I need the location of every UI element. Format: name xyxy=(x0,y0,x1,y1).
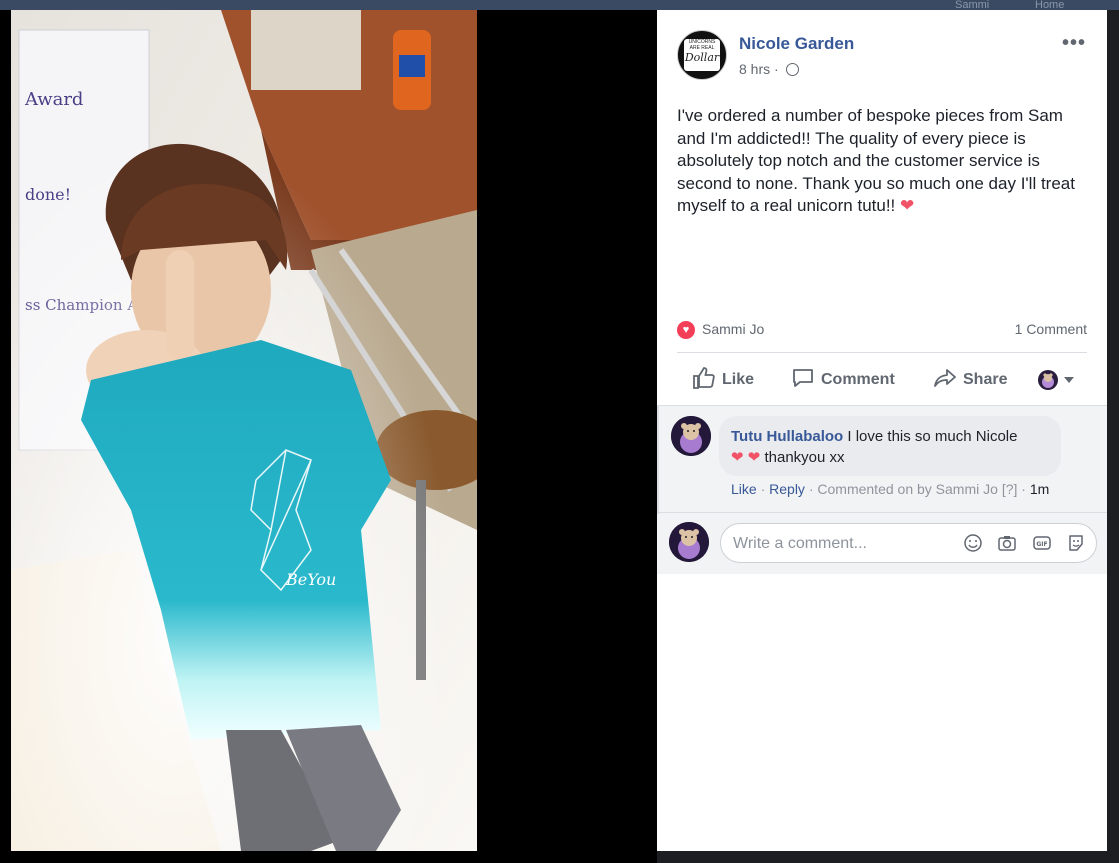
commenter-avatar[interactable] xyxy=(671,416,711,456)
post-detail-panel: UNICORNS ARE REAL Dollar Nicole Garden 8… xyxy=(657,10,1107,851)
svg-text:GIF: GIF xyxy=(1036,541,1047,548)
commented-on-note: Commented on by Sammi Jo xyxy=(817,481,998,497)
comments-section: Tutu Hullabaloo I love this so much Nico… xyxy=(657,405,1107,574)
nav-home-link[interactable]: Home xyxy=(1035,0,1064,10)
svg-text:BeYou: BeYou xyxy=(285,570,336,589)
like-button[interactable]: Like xyxy=(692,366,755,393)
post-actions: Like Comment Share xyxy=(677,363,1087,397)
share-button[interactable]: Share xyxy=(933,367,1007,393)
comment-sep: · xyxy=(760,481,766,497)
comment-icon xyxy=(793,368,813,387)
photo-illustration: Award done! ss Champion A BeYou xyxy=(11,10,477,851)
avatar-sign-script: Dollar xyxy=(684,51,720,64)
caret-down-icon xyxy=(1064,377,1074,383)
reactions-bar: ♥ Sammi Jo 1 Comment xyxy=(677,319,1087,341)
comment-bubble: Tutu Hullabaloo I love this so much Nico… xyxy=(719,416,1061,476)
gif-icon[interactable]: GIF xyxy=(1032,533,1052,553)
composer-avatar xyxy=(669,522,709,562)
comment-count-link[interactable]: 1 Comment xyxy=(1015,321,1087,337)
sticker-icon[interactable] xyxy=(1066,533,1086,553)
comment-sep: · xyxy=(1021,481,1026,497)
heart-emoji-icon: ❤ ❤ xyxy=(731,449,761,466)
comment-input[interactable] xyxy=(731,532,965,556)
top-navigation-bar: Sammi Home xyxy=(0,0,1119,10)
teddy-avatar-icon xyxy=(1042,373,1054,388)
window-edge xyxy=(1107,10,1119,863)
photo-stage: Award done! ss Champion A BeYou xyxy=(0,10,657,863)
comment-thread-bar xyxy=(657,406,659,514)
comment-label: Comment xyxy=(821,371,895,388)
globe-icon[interactable] xyxy=(785,63,799,76)
author-avatar[interactable]: UNICORNS ARE REAL Dollar xyxy=(677,30,727,80)
comment-sep: · xyxy=(808,481,814,497)
nav-profile-link[interactable]: Sammi xyxy=(955,0,989,10)
comment-text-line2: thankyou xx xyxy=(764,449,845,466)
commenter-name[interactable]: Tutu Hullabaloo xyxy=(731,428,843,445)
like-label: Like xyxy=(722,371,755,388)
comment-reply-link[interactable]: Reply xyxy=(769,481,805,497)
comment-composer: GIF xyxy=(720,523,1097,563)
love-icon[interactable]: ♥ xyxy=(677,321,695,339)
comment-text-line1: I love this so much Nicole xyxy=(847,428,1018,445)
share-label: Share xyxy=(963,371,1008,388)
composer-icons: GIF xyxy=(953,533,1086,555)
reaction-names[interactable]: Sammi Jo xyxy=(702,321,764,337)
comment-time[interactable]: 1m xyxy=(1030,481,1049,497)
comment-like-link[interactable]: Like xyxy=(731,481,757,497)
post-text: I've ordered a number of bespoke pieces … xyxy=(677,105,1087,218)
post-photo[interactable]: Award done! ss Champion A BeYou xyxy=(11,10,477,851)
heart-emoji-icon: ❤ xyxy=(900,196,915,215)
selector-avatar xyxy=(1038,370,1058,390)
teddy-avatar-icon xyxy=(671,416,711,456)
divider xyxy=(657,512,1107,513)
comment-actions: Like · Reply · Commented on by Sammi Jo … xyxy=(731,481,1049,497)
emoji-icon[interactable] xyxy=(963,533,983,553)
divider xyxy=(677,352,1087,353)
comment-button[interactable]: Comment xyxy=(791,367,895,393)
avatar-sign: UNICORNS ARE REAL Dollar xyxy=(684,39,720,71)
share-icon xyxy=(934,368,956,387)
more-icon[interactable]: ••• xyxy=(1062,32,1086,55)
camera-icon[interactable] xyxy=(997,533,1017,553)
post-meta: 8 hrs · xyxy=(739,61,799,77)
post-body: I've ordered a number of bespoke pieces … xyxy=(677,106,1075,215)
help-link[interactable]: [?] xyxy=(1002,481,1018,497)
meta-separator: · xyxy=(774,61,779,77)
avatar-sign-text: UNICORNS ARE REAL xyxy=(688,39,716,51)
author-name[interactable]: Nicole Garden xyxy=(739,34,854,54)
like-icon xyxy=(693,366,715,389)
post-time[interactable]: 8 hrs xyxy=(739,61,770,77)
teddy-avatar-icon xyxy=(669,522,709,562)
identity-selector[interactable] xyxy=(1038,368,1088,394)
